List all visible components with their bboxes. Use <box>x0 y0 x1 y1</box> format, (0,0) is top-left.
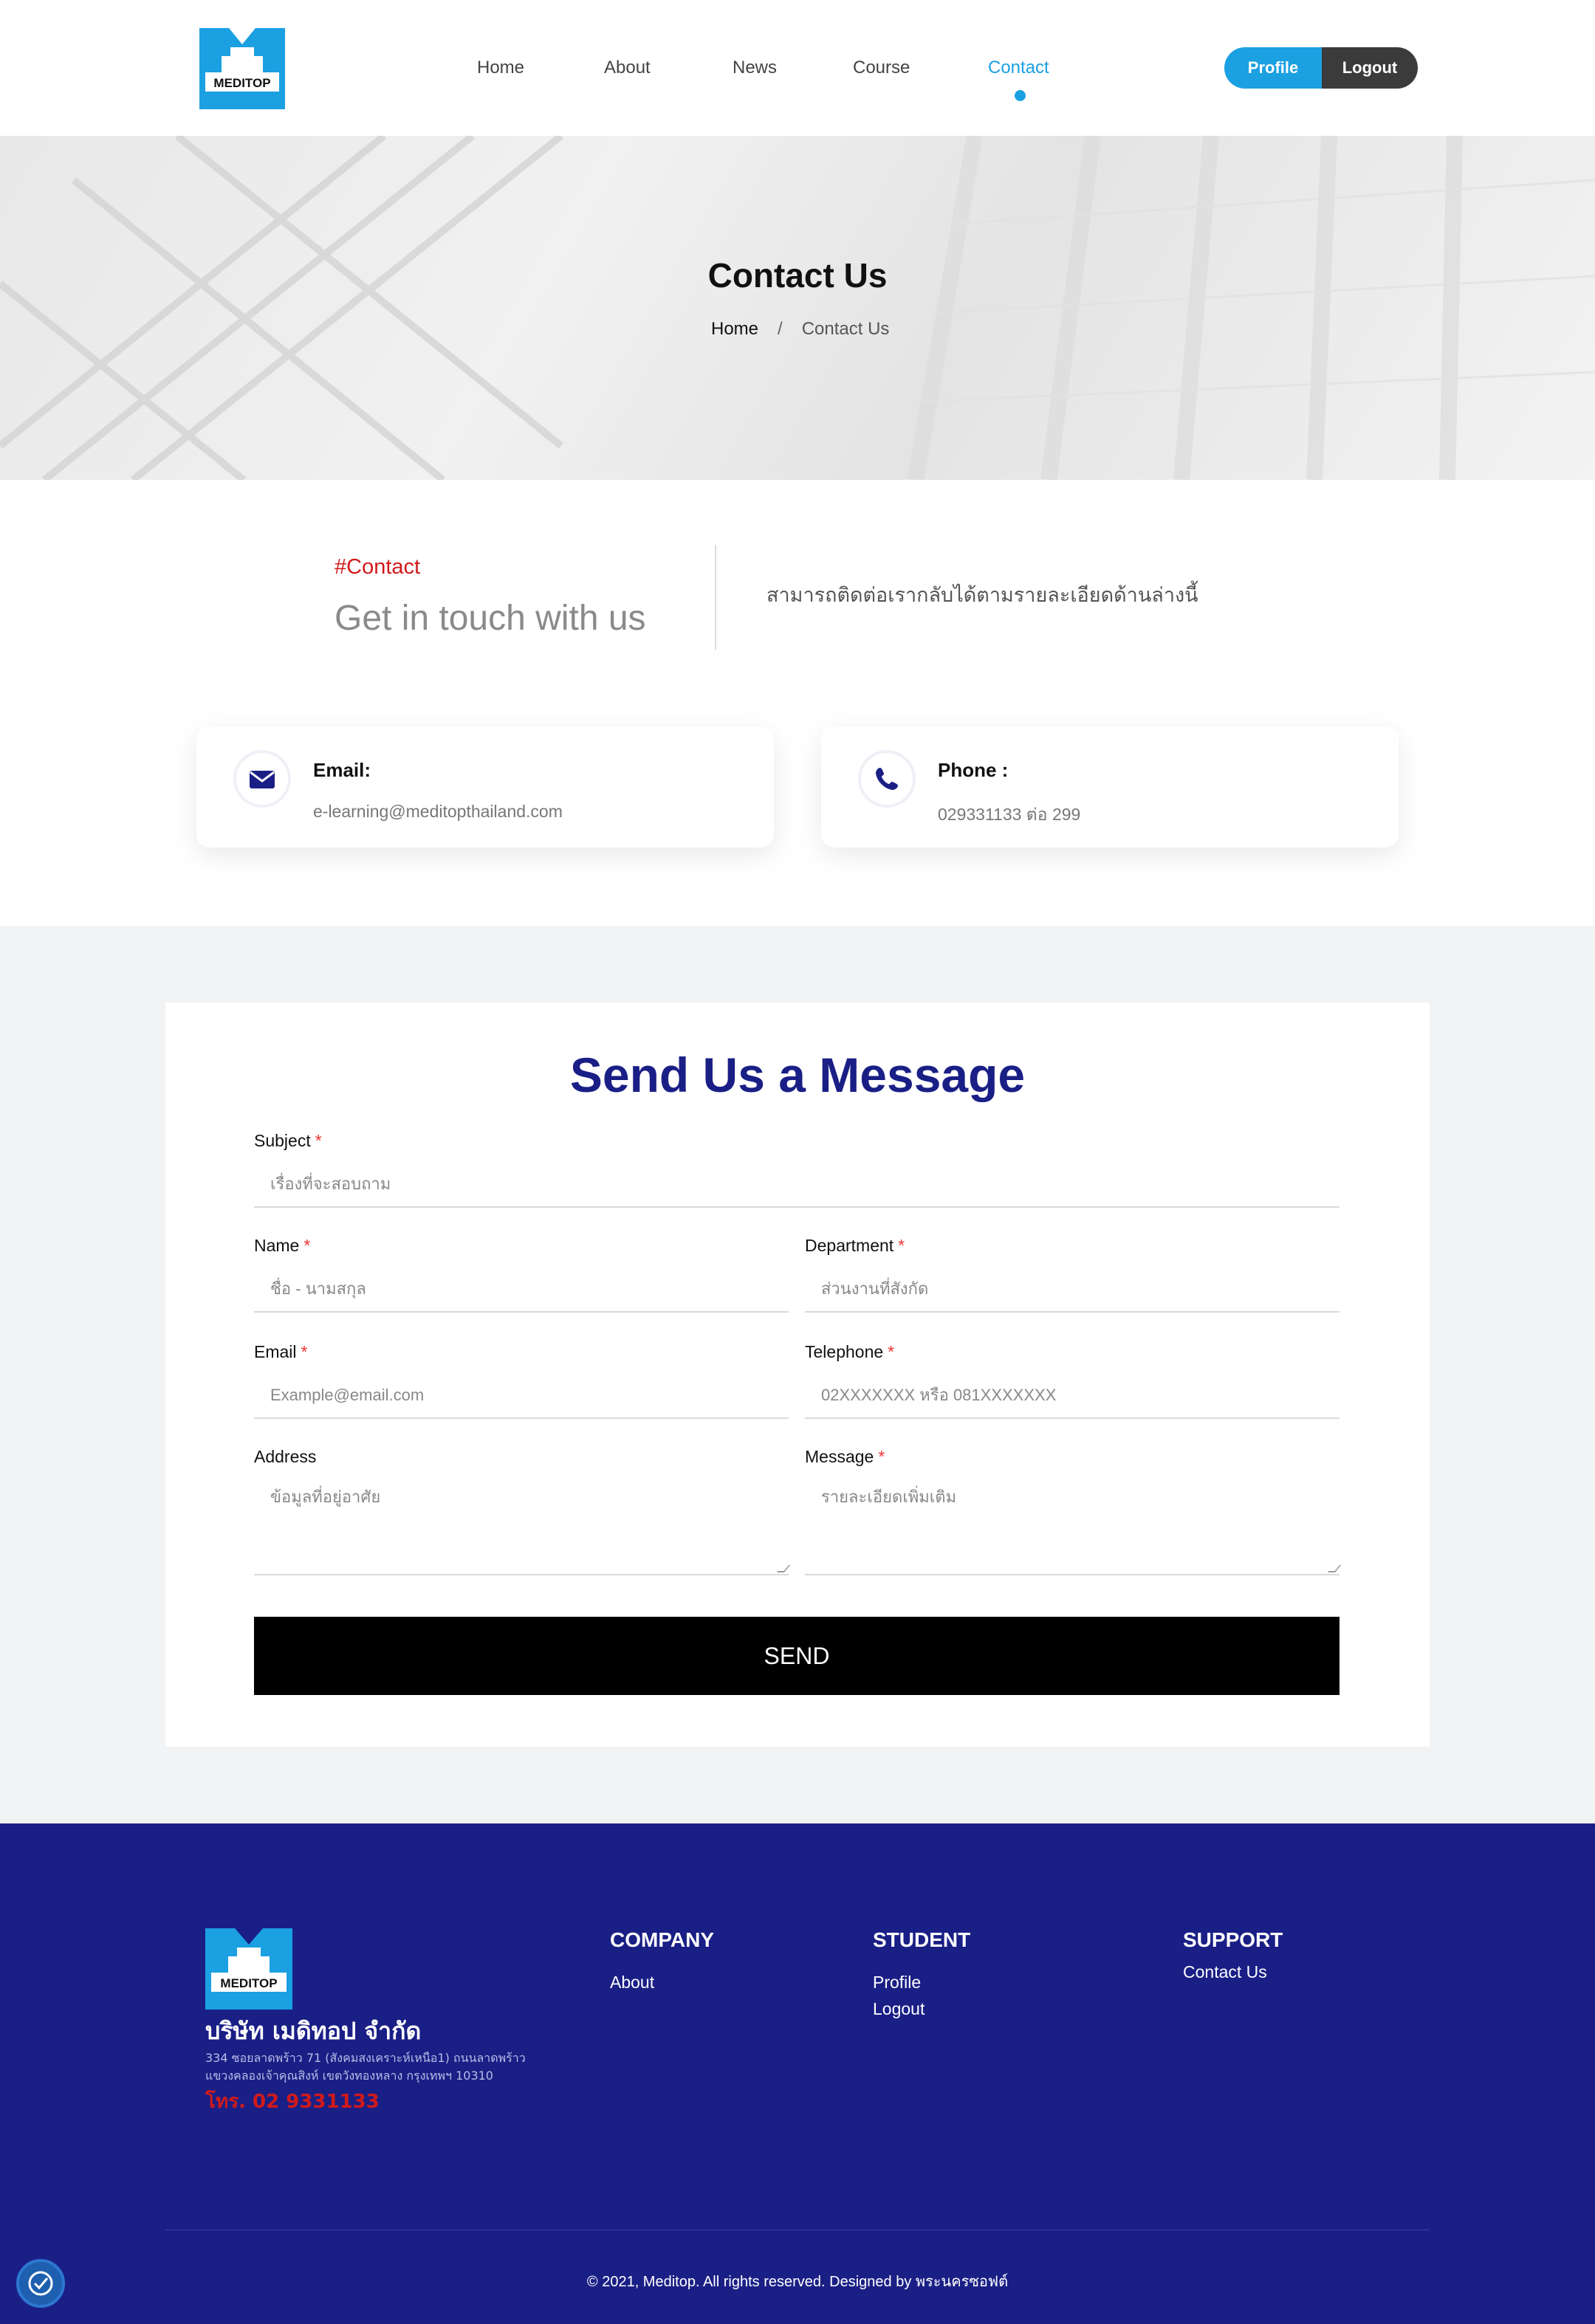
footer-link-contact-us[interactable]: Contact Us <box>1183 1962 1267 1982</box>
footer-support-heading: SUPPORT <box>1183 1928 1283 1951</box>
telephone-input[interactable] <box>805 1373 1340 1417</box>
address-textarea[interactable] <box>254 1471 789 1574</box>
accessibility-widget-icon[interactable] <box>16 2259 65 2308</box>
nav-home[interactable]: Home <box>477 58 524 78</box>
section-tag: #Contact <box>335 555 421 579</box>
breadcrumb-home-link[interactable]: Home <box>711 319 758 340</box>
profile-button[interactable]: Profile <box>1224 47 1322 89</box>
email-card-value[interactable]: e-learning@meditopthailand.com <box>313 802 563 822</box>
footer-link-profile[interactable]: Profile <box>873 1973 921 1993</box>
footer-company-heading: COMPANY <box>610 1928 715 1951</box>
footer-address-line-1: 334 ซอยลาดพร้าว 71 (สังคมสงเคราะห์เหนือ1… <box>205 2051 526 2065</box>
department-label: Department * <box>805 1236 905 1255</box>
department-field <box>805 1267 1340 1313</box>
name-field <box>254 1267 789 1313</box>
site-footer: MEDITOP บริษัท เมดิทอป จำกัด 334 ซอยลาดพ… <box>0 1823 1595 2324</box>
telephone-label: Telephone * <box>805 1342 895 1361</box>
svg-text:MEDITOP: MEDITOP <box>220 1976 277 1990</box>
contact-form: Send Us a Message Subject* Name* Departm… <box>165 1003 1430 1747</box>
phone-card-value[interactable]: 029331133 ต่อ 299 <box>938 802 1080 828</box>
email-input[interactable] <box>254 1373 789 1417</box>
address-field <box>254 1471 791 1575</box>
footer-link-about[interactable]: About <box>610 1973 654 1993</box>
meditop-logo[interactable]: MEDITOP <box>199 28 285 109</box>
subject-input[interactable] <box>254 1162 1340 1206</box>
footer-student-heading: STUDENT <box>873 1928 971 1951</box>
breadcrumb: Home / Contact Us <box>711 319 889 340</box>
name-input[interactable] <box>254 1267 789 1311</box>
email-card-label: Email: <box>313 759 371 781</box>
nav-contact[interactable]: Contact <box>988 58 1049 78</box>
breadcrumb-current: Contact Us <box>801 319 890 339</box>
email-label: Email * <box>254 1342 308 1361</box>
account-button-group: Profile Logout <box>1224 47 1418 89</box>
send-button[interactable]: SEND <box>254 1617 1340 1695</box>
footer-company-name: บริษัท เมดิทอป จำกัด <box>205 2017 422 2045</box>
footer-address-line-2: แขวงคลองเจ้าคุณสิงห์ เขตวังทองหลาง กรุงเ… <box>205 2069 493 2083</box>
section-heading: Get in touch with us <box>335 599 646 638</box>
email-info-card: Email: e-learning@meditopthailand.com <box>196 726 774 848</box>
nav-about[interactable]: About <box>604 58 651 78</box>
subject-label: Subject * <box>254 1131 322 1150</box>
footer-link-logout[interactable]: Logout <box>873 1999 925 2019</box>
svg-text:MEDITOP: MEDITOP <box>213 76 270 90</box>
active-indicator-dot <box>1015 90 1026 101</box>
footer-copyright: © 2021, Meditop. All rights reserved. De… <box>586 2274 1009 2290</box>
form-title: Send Us a Message <box>569 1048 1026 1102</box>
email-field <box>254 1373 789 1419</box>
phone-info-card: Phone : 029331133 ต่อ 299 <box>821 726 1399 848</box>
name-label: Name * <box>254 1236 311 1255</box>
top-navbar: MEDITOP Home About News Course Contact P… <box>0 0 1595 136</box>
vertical-divider <box>715 545 716 650</box>
envelope-icon <box>233 750 291 808</box>
logout-button[interactable]: Logout <box>1322 47 1418 89</box>
page-hero-banner: Contact Us Home / Contact Us <box>0 136 1595 480</box>
message-label: Message * <box>805 1447 885 1466</box>
page-title: Contact Us <box>707 256 888 295</box>
breadcrumb-separator: / <box>778 319 783 339</box>
nav-course[interactable]: Course <box>853 58 910 78</box>
message-field <box>805 1471 1342 1575</box>
message-textarea[interactable] <box>805 1471 1340 1574</box>
subject-field <box>254 1162 1340 1208</box>
nav-news[interactable]: News <box>733 58 777 78</box>
section-description: สามารถติดต่อเรากลับได้ตามรายละเอียดด้านล… <box>766 584 1198 607</box>
footer-meditop-logo[interactable]: MEDITOP <box>205 1928 292 2010</box>
phone-card-label: Phone : <box>938 759 1009 781</box>
address-label: Address <box>254 1447 317 1466</box>
footer-telephone: โทร. 02 9331133 <box>205 2091 380 2113</box>
building-background-image <box>0 136 1595 480</box>
phone-icon <box>858 750 916 808</box>
department-input[interactable] <box>805 1267 1340 1311</box>
telephone-field <box>805 1373 1340 1419</box>
